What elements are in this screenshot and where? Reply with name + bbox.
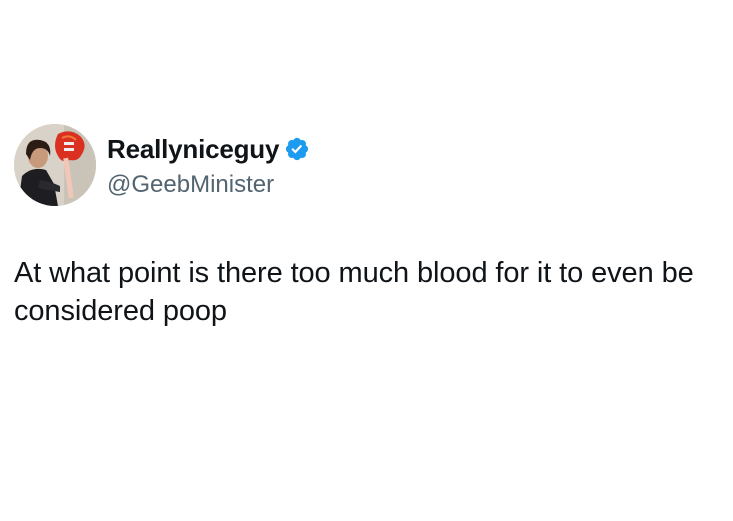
- verified-badge-icon[interactable]: [284, 136, 310, 162]
- avatar[interactable]: [14, 124, 96, 206]
- author-name-row[interactable]: Reallyniceguy: [107, 133, 310, 165]
- tweet-text: At what point is there too much blood fo…: [14, 257, 694, 327]
- display-name[interactable]: Reallyniceguy: [107, 133, 279, 165]
- tweet-card: Reallyniceguy @GeebMinister At what poin…: [0, 0, 733, 521]
- author-handle[interactable]: @GeebMinister: [107, 170, 274, 200]
- avatar-photo-icon: [14, 124, 96, 206]
